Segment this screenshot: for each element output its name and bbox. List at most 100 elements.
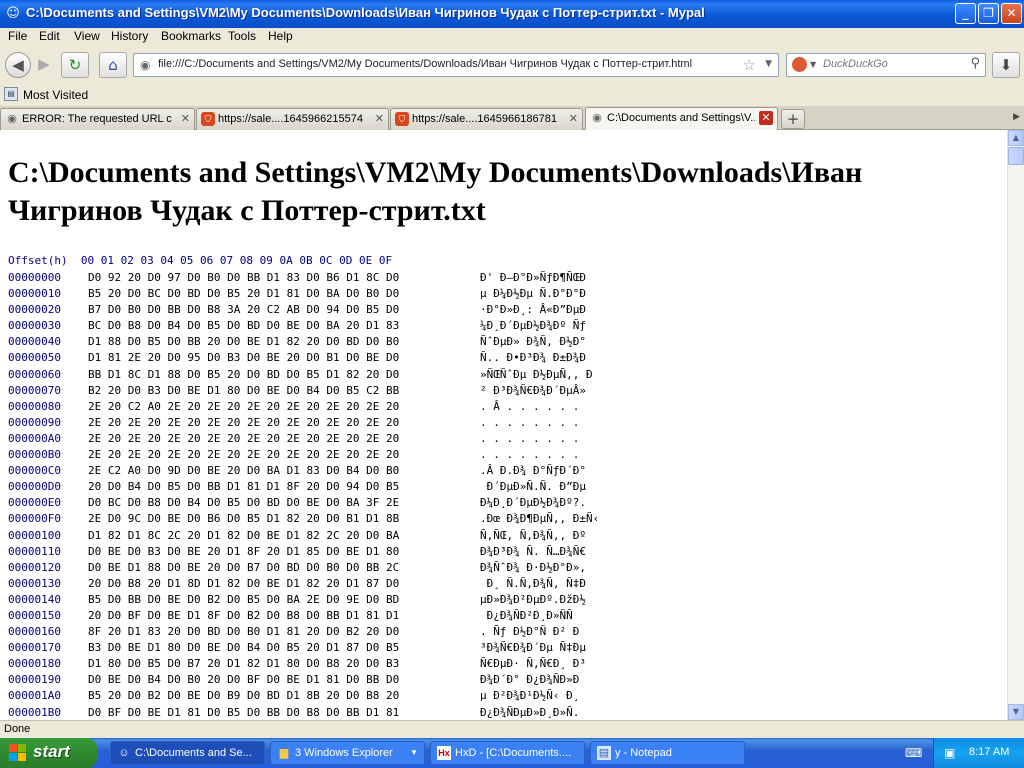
tab-strip: ◉ ERROR: The requested URL c... ✕ ⛉ http…: [0, 106, 1024, 130]
hex-offset: 00000150: [8, 608, 61, 622]
start-button[interactable]: start: [0, 738, 97, 768]
taskbar-item-hxd[interactable]: Hx HxD - [C:\Documents....: [430, 741, 585, 765]
taskbar-item-explorer[interactable]: ▆ 3 Windows Explorer ▼: [270, 741, 425, 765]
hex-offset: 00000070: [8, 383, 61, 397]
maximize-button[interactable]: ❐: [978, 3, 999, 24]
forward-button[interactable]: ▶: [31, 52, 57, 78]
new-tab-button[interactable]: +: [781, 109, 805, 129]
most-visited-bookmark[interactable]: Most Visited: [23, 88, 88, 102]
tab-sale-2[interactable]: ⛉ https://sale....1645966186781 ✕: [390, 108, 583, 130]
hex-offset: 00000120: [8, 560, 61, 574]
menu-bookmarks[interactable]: Bookmarks: [161, 29, 221, 43]
hex-bytes: D1 88 D0 B5 D0 BB 20 D0 BE D1 82 20 D0 B…: [88, 335, 400, 349]
hex-row: 00000040 D1 88 D0 B5 D0 BB 20 D0 BE D1 82…: [8, 334, 599, 350]
keyboard-icon[interactable]: ⌨: [905, 746, 922, 760]
hex-ascii: . Ñƒ Ð½Ð°Ñ Ð² Ð: [480, 625, 580, 639]
hex-bytes: D0 BE D0 B4 D0 B0 20 D0 BF D0 BE D1 81 D…: [88, 673, 400, 687]
network-icon[interactable]: ▣: [944, 746, 955, 760]
hex-offset: 00000110: [8, 544, 61, 558]
hex-row: 00000080 2E 20 C2 A0 2E 20 2E 20 2E 20 2E…: [8, 399, 599, 415]
close-button[interactable]: ✕: [1001, 3, 1022, 24]
tab-close-icon[interactable]: ✕: [181, 112, 190, 125]
search-bar[interactable]: ▼ DuckDuckGo ⚲: [786, 53, 986, 77]
hex-offset: 00000010: [8, 287, 61, 301]
hex-row: 00000170 B3 D0 BE D1 80 D0 BE D0 B4 D0 B5…: [8, 640, 599, 656]
hex-row: 00000090 2E 20 2E 20 2E 20 2E 20 2E 20 2E…: [8, 415, 599, 431]
scroll-down-icon[interactable]: ▼: [1008, 704, 1024, 720]
tab-error[interactable]: ◉ ERROR: The requested URL c... ✕: [0, 108, 195, 130]
address-bar[interactable]: ◉ file:///C:/Documents and Settings/VM2/…: [133, 53, 779, 77]
scrollbar-thumb[interactable]: [1008, 147, 1024, 165]
hex-row: 00000000 D0 92 20 D0 97 D0 B0 D0 BB D1 83…: [8, 270, 599, 286]
hex-bytes: 2E 20 2E 20 2E 20 2E 20 2E 20 2E 20 2E 2…: [88, 448, 400, 462]
menu-tools[interactable]: Tools: [228, 29, 256, 43]
menu-edit[interactable]: Edit: [39, 29, 60, 43]
back-button[interactable]: ◀: [5, 52, 31, 78]
search-placeholder[interactable]: DuckDuckGo: [823, 58, 888, 70]
duckduckgo-icon[interactable]: [792, 57, 807, 72]
hex-offset: 000000E0: [8, 496, 61, 510]
hex-offset: 000000F0: [8, 512, 61, 526]
hex-bytes: 2E 20 2E 20 2E 20 2E 20 2E 20 2E 20 2E 2…: [88, 431, 400, 445]
menu-history[interactable]: History: [111, 29, 148, 43]
page-icon: ◉: [140, 58, 151, 72]
hex-bytes: 8F 20 D1 83 20 D0 BD D0 B0 D1 81 20 D0 B…: [88, 625, 400, 639]
hex-ascii: ¼Ð¸Ð´ÐµÐ½Ð¾Ðº Ñƒ: [480, 319, 586, 333]
menu-bar: File Edit View History Bookmarks Tools H…: [0, 28, 1024, 46]
menu-view[interactable]: View: [74, 29, 100, 43]
tab-current-document[interactable]: ◉ C:\Documents and Settings\V... ✕: [585, 107, 778, 130]
hex-offset: 000001A0: [8, 689, 61, 703]
tab-close-icon[interactable]: ✕: [569, 112, 578, 125]
search-engine-dropdown-icon[interactable]: ▼: [810, 60, 816, 69]
downloads-button[interactable]: ⬇: [992, 52, 1020, 78]
download-icon: ⬇: [999, 56, 1013, 74]
hex-ascii: µÐ»Ð¾Ð²ÐµÐº.ÐžÐ½: [480, 592, 586, 606]
hex-offset: 00000130: [8, 576, 61, 590]
vertical-scrollbar[interactable]: ▲ ▼: [1007, 130, 1024, 720]
hex-ascii: Ð' Ð—Ð°Ð»ÑƒÐ¶ÑŒÐ: [480, 271, 586, 284]
hex-row: 000000B0 2E 20 2E 20 2E 20 2E 20 2E 20 2E…: [8, 447, 599, 463]
scroll-up-icon[interactable]: ▲: [1008, 130, 1024, 146]
hex-bytes: BB D1 8C D1 88 D0 B5 20 D0 BD D0 B5 D1 8…: [88, 367, 400, 381]
hex-ascii: Ð¼Ð¸Ð´ÐµÐ½Ð¾Ðº?.: [480, 496, 586, 510]
hex-bytes: D1 81 2E 20 D0 95 D0 B3 D0 BE 20 D0 B1 D…: [88, 351, 400, 365]
minimize-button[interactable]: _: [955, 3, 976, 24]
hex-offset: 00000030: [8, 319, 61, 333]
hex-ascii: Ð´ÐµÐ»Ñ.Ñ. Ð”Ðµ: [480, 480, 586, 494]
home-icon: ⌂: [108, 56, 118, 74]
reload-icon: ↻: [68, 56, 82, 74]
clock: 8:17 AM: [969, 746, 1010, 758]
list-all-tabs-icon[interactable]: ▶: [1013, 112, 1020, 122]
reload-button[interactable]: ↻: [61, 52, 89, 78]
hex-row: 000000A0 2E 20 2E 20 2E 20 2E 20 2E 20 2E…: [8, 431, 599, 447]
tab-close-icon[interactable]: ✕: [375, 112, 384, 125]
taskbar-item-notepad[interactable]: ▤ y - Notepad: [590, 741, 745, 765]
hex-bytes: D0 92 20 D0 97 D0 B0 D0 BB D1 83 D0 B6 D…: [88, 271, 400, 284]
hex-row: 00000110 D0 BE D0 B3 D0 BE 20 D1 8F 20 D1…: [8, 544, 599, 560]
hex-row: 00000100 D1 82 D1 8C 2C 20 D1 82 D0 BE D1…: [8, 528, 599, 544]
menu-help[interactable]: Help: [268, 29, 293, 43]
url-dropdown-icon[interactable]: ▼: [765, 59, 772, 69]
hex-row: 00000070 B2 20 D0 B3 D0 BE D1 80 D0 BE D0…: [8, 383, 599, 399]
hex-row: 00000130 20 D0 B8 20 D1 8D D1 82 D0 BE D1…: [8, 576, 599, 592]
hex-row: 00000030 BC D0 B8 D0 B4 D0 B5 D0 BD D0 BE…: [8, 318, 599, 334]
tab-label: https://sale....1645966215574: [218, 113, 363, 125]
taskbar-item-mypal[interactable]: ☺ C:\Documents and Se...: [110, 741, 265, 765]
tab-sale-1[interactable]: ⛉ https://sale....1645966215574 ✕: [196, 108, 389, 130]
hex-bytes: D0 BC D0 B8 D0 B4 D0 B5 D0 BD D0 BE D0 B…: [88, 496, 400, 510]
home-button[interactable]: ⌂: [99, 52, 127, 78]
hex-ascii: . . . . . . . .: [480, 415, 580, 429]
hex-ascii: Ð¿Ð¾ÑÐµÐ»Ð¸Ð»Ñ.: [480, 705, 580, 719]
hex-row: 000000F0 2E D0 9C D0 BE D0 B6 D0 B5 D1 82…: [8, 511, 599, 527]
hex-offset: 00000190: [8, 673, 61, 687]
hex-row: 00000180 D1 80 D0 B5 D0 B7 20 D1 82 D1 80…: [8, 656, 599, 672]
tab-close-icon[interactable]: ✕: [759, 111, 773, 125]
hex-offset: 00000180: [8, 657, 61, 671]
menu-file[interactable]: File: [8, 29, 27, 43]
bookmark-star-icon[interactable]: ☆: [743, 56, 756, 74]
hex-ascii: Ð¾Ð³Ð¾ Ñ. Ñ…Ð¾Ñ€: [480, 544, 586, 558]
search-icon[interactable]: ⚲: [970, 56, 980, 71]
url-text[interactable]: file:///C:/Documents and Settings/VM2/My…: [158, 58, 692, 70]
hex-ascii: Ñ€ÐµÐ· Ñ‚Ñ€Ð¸ Ð³: [480, 657, 586, 671]
hex-row: 000001A0 B5 20 D0 B2 D0 BE D0 B9 D0 BD D1…: [8, 688, 599, 704]
